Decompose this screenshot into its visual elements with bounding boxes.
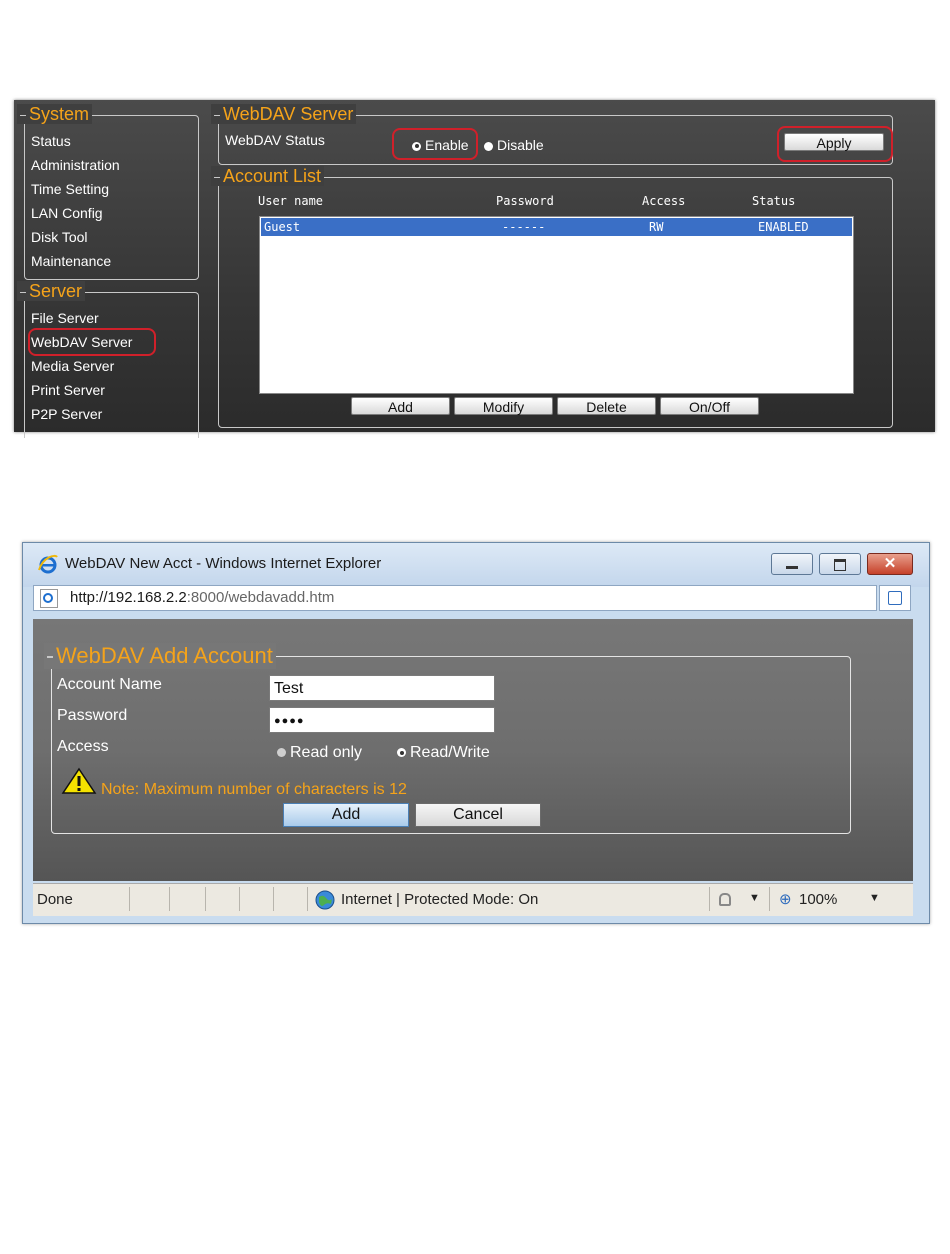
note-text: Note: Maximum number of characters is 12 — [101, 781, 407, 798]
sidebar-item-status[interactable]: Status — [31, 132, 71, 150]
compatibility-view-icon — [888, 591, 902, 605]
status-divider — [239, 887, 240, 911]
status-done: Done — [37, 891, 73, 908]
cell-password: ------ — [502, 220, 546, 234]
url-path: :8000/webdavadd.htm — [186, 589, 335, 606]
status-divider — [169, 887, 170, 911]
close-icon: ✕ — [883, 555, 897, 572]
address-bar[interactable]: http://192.168.2.2:8000/webdavadd.htm — [33, 585, 877, 611]
maximize-button[interactable] — [819, 553, 861, 575]
disable-label: Disable — [497, 137, 544, 153]
status-divider — [205, 887, 206, 911]
status-divider — [307, 887, 308, 911]
status-zone: Internet | Protected Mode: On — [341, 891, 539, 908]
minimize-icon — [786, 566, 798, 569]
warning-icon — [61, 767, 97, 794]
enable-highlight — [392, 128, 478, 160]
page-icon — [40, 589, 58, 608]
webdav-server-legend: WebDAV Server — [211, 104, 357, 124]
sidebar-item-administration[interactable]: Administration — [31, 156, 120, 174]
cancel-button[interactable]: Cancel — [415, 803, 541, 827]
radio-unselected-icon — [277, 748, 286, 758]
sidebar-item-time-setting[interactable]: Time Setting — [31, 180, 109, 198]
column-header-password: Password — [496, 194, 554, 208]
delete-button[interactable]: Delete — [557, 397, 656, 415]
window-titlebar: WebDAV New Acct - Windows Internet Explo… — [23, 543, 929, 587]
server-legend: Server — [17, 281, 86, 301]
cell-access: RW — [649, 220, 664, 234]
zoom-level[interactable]: 100% — [799, 891, 837, 908]
status-bar: Done Internet | Protected Mode: On ▼ ⊕ 1… — [33, 883, 913, 916]
address-url[interactable]: http://192.168.2.2:8000/webdavadd.htm — [70, 589, 334, 606]
radio-unselected-icon — [484, 141, 493, 151]
sidebar-item-maintenance[interactable]: Maintenance — [31, 252, 111, 270]
account-list-legend: Account List — [211, 166, 325, 186]
system-fieldset: System Status Administration Time Settin… — [17, 104, 199, 280]
ie-popup-window: WebDAV New Acct - Windows Internet Explo… — [22, 542, 930, 924]
column-header-access: Access — [642, 194, 686, 208]
zoom-icon[interactable]: ⊕ — [779, 890, 792, 908]
window-title: WebDAV New Acct - Windows Internet Explo… — [65, 555, 382, 572]
read-write-label: Read/Write — [410, 744, 490, 761]
status-divider — [709, 887, 710, 911]
sidebar-item-media-server[interactable]: Media Server — [31, 357, 114, 375]
add-account-legend: WebDAV Add Account — [44, 643, 276, 669]
system-legend: System — [17, 104, 93, 124]
security-lock-icon[interactable] — [719, 893, 731, 906]
read-only-radio[interactable]: Read only — [277, 744, 362, 762]
sidebar-item-file-server[interactable]: File Server — [31, 309, 99, 327]
add-button[interactable]: Add — [283, 803, 409, 827]
sidebar-item-print-server[interactable]: Print Server — [31, 381, 105, 399]
modify-button[interactable]: Modify — [454, 397, 553, 415]
cell-status: ENABLED — [758, 220, 809, 234]
status-divider — [273, 887, 274, 911]
status-divider — [769, 887, 770, 911]
url-host: http://192.168.2.2 — [70, 589, 187, 606]
router-admin-panel: System Status Administration Time Settin… — [14, 100, 935, 438]
column-header-user-name: User name — [258, 194, 324, 208]
table-row[interactable]: Guest ------ RW ENABLED — [261, 218, 852, 236]
add-button[interactable]: Add — [351, 397, 450, 415]
sidebar-item-disk-tool[interactable]: Disk Tool — [31, 228, 88, 246]
account-listbox[interactable]: Guest ------ RW ENABLED — [259, 216, 854, 394]
status-divider — [129, 887, 130, 911]
page-content: WebDAV Add Account Account Name Test Pas… — [33, 619, 913, 881]
column-header-status: Status — [752, 194, 796, 208]
read-write-radio[interactable]: Read/Write — [397, 744, 490, 762]
close-button[interactable]: ✕ — [867, 553, 913, 575]
webdav-server-highlight — [28, 328, 156, 356]
maximize-icon — [834, 559, 846, 571]
compatibility-view-button[interactable] — [879, 585, 911, 611]
sidebar-item-p2p-server[interactable]: P2P Server — [31, 405, 102, 423]
webdav-status-label: WebDAV Status — [225, 132, 325, 148]
account-name-input[interactable]: Test — [269, 675, 495, 701]
password-label: Password — [57, 707, 128, 724]
access-label: Access — [57, 738, 109, 755]
chevron-down-icon[interactable]: ▼ — [749, 892, 760, 904]
globe-icon — [315, 890, 335, 910]
chevron-down-icon[interactable]: ▼ — [869, 892, 880, 904]
radio-selected-icon — [397, 748, 406, 758]
minimize-button[interactable] — [771, 553, 813, 575]
apply-highlight — [777, 126, 893, 162]
account-name-label: Account Name — [57, 676, 162, 693]
read-only-label: Read only — [290, 744, 363, 761]
cell-user: Guest — [264, 220, 301, 234]
ie-logo-icon — [38, 554, 58, 574]
sidebar-item-lan-config[interactable]: LAN Config — [31, 204, 103, 222]
disable-radio[interactable]: Disable — [484, 137, 544, 153]
on-off-button[interactable]: On/Off — [660, 397, 759, 415]
server-fieldset: Server File Server WebDAV Server Media S… — [17, 281, 199, 438]
password-input[interactable]: ●●●● — [269, 707, 495, 733]
